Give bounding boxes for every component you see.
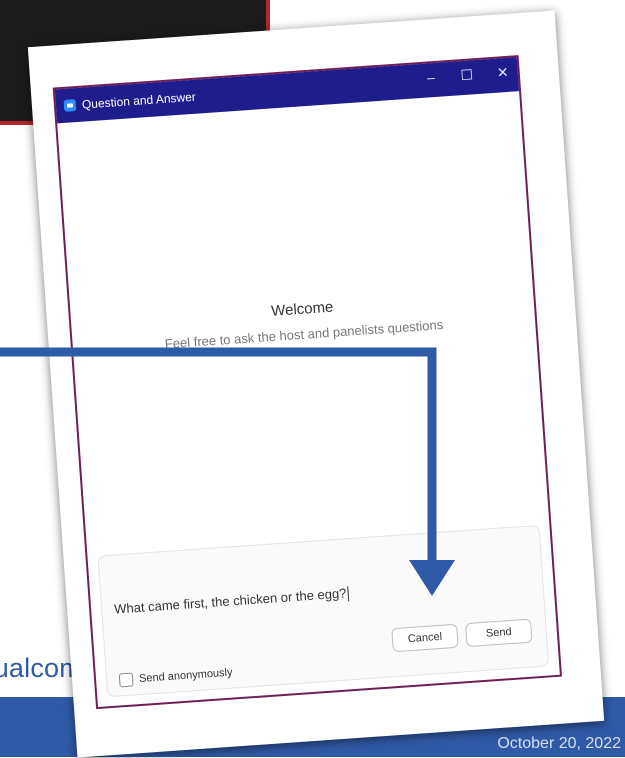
callout-arrow-head — [409, 560, 455, 596]
callout-arrow-line — [0, 347, 437, 566]
callout-arrow — [0, 347, 455, 596]
